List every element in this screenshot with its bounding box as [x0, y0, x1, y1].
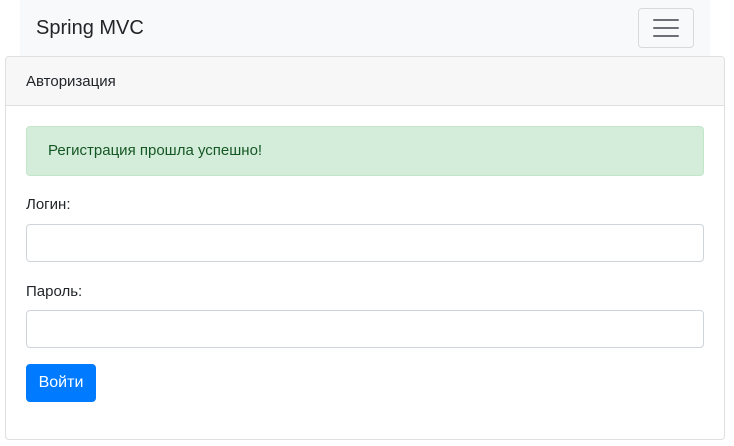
navbar-brand[interactable]: Spring MVC [36, 15, 144, 41]
card-header: Авторизация [6, 57, 724, 106]
login-label: Логин: [26, 196, 71, 213]
auth-card: Авторизация Регистрация прошла успешно! … [5, 56, 725, 440]
password-label: Пароль: [26, 283, 83, 300]
navbar: Spring MVC [20, 0, 710, 57]
hamburger-icon [653, 19, 679, 38]
success-alert: Регистрация прошла успешно! [26, 126, 704, 176]
login-submit-button[interactable]: Войти [26, 364, 96, 402]
navbar-toggler-button[interactable] [638, 8, 694, 48]
login-input[interactable] [26, 224, 704, 262]
password-input[interactable] [26, 310, 704, 348]
